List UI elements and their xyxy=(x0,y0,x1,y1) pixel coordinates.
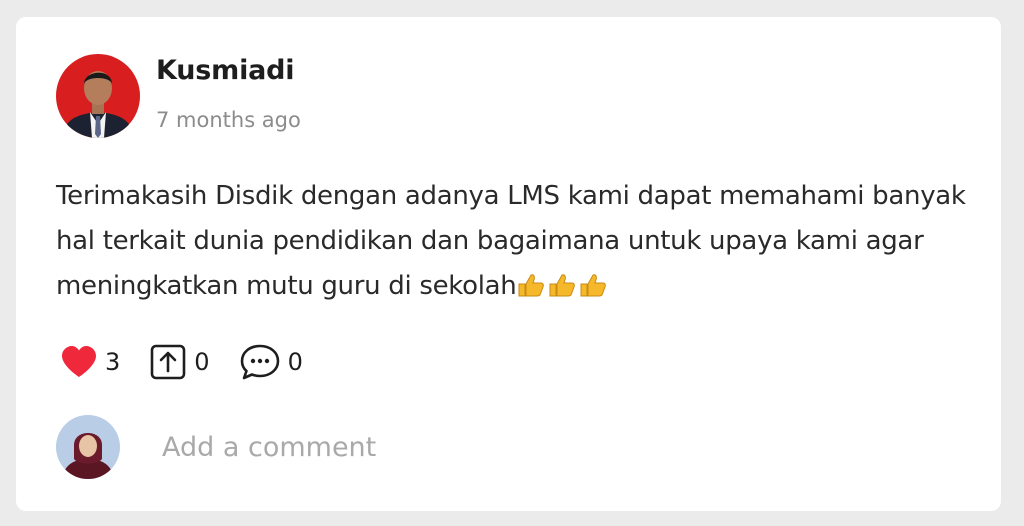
like-count: 3 xyxy=(105,348,121,376)
heart-icon xyxy=(62,346,96,377)
share-count: 0 xyxy=(194,348,210,376)
comment-count: 0 xyxy=(287,348,303,376)
comment-button[interactable]: 0 xyxy=(240,344,303,380)
commenter-avatar xyxy=(56,415,120,479)
thumbs-up-emoji xyxy=(516,268,609,313)
post-timestamp: 7 months ago xyxy=(156,108,301,132)
post-body: Terimakasih Disdik dengan adanya LMS kam… xyxy=(56,174,966,313)
author-avatar[interactable] xyxy=(56,54,140,138)
post-card: Kusmiadi 7 months ago Terimakasih Disdik… xyxy=(16,17,1001,511)
share-icon xyxy=(150,344,186,380)
post-text: Terimakasih Disdik dengan adanya LMS kam… xyxy=(56,181,966,301)
comment-input[interactable] xyxy=(162,425,942,469)
like-button[interactable]: 3 xyxy=(61,346,120,378)
post-actions: 3 0 0 xyxy=(61,342,303,382)
share-button[interactable]: 0 xyxy=(150,344,210,380)
author-name[interactable]: Kusmiadi xyxy=(156,55,295,86)
comment-icon xyxy=(240,344,279,380)
